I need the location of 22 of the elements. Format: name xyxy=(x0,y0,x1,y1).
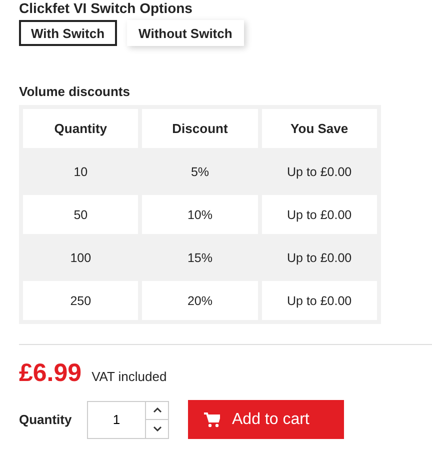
table-cell: 20% xyxy=(142,281,258,320)
column-header: You Save xyxy=(262,109,377,148)
table-cell: 10% xyxy=(142,195,258,234)
add-to-cart-button[interactable]: Add to cart xyxy=(188,400,344,439)
table-cell: 50 xyxy=(23,195,138,234)
option-button[interactable]: Without Switch xyxy=(126,20,244,46)
table-cell: Up to £0.00 xyxy=(262,195,377,234)
quantity-stepper[interactable] xyxy=(146,400,169,438)
up-caret-icon[interactable] xyxy=(152,407,162,414)
quantity-label: Quantity xyxy=(19,412,73,427)
quantity-field[interactable]: 1 xyxy=(87,400,146,438)
down-caret-icon[interactable] xyxy=(152,426,162,432)
tax-note: VAT included xyxy=(92,369,167,384)
options-title: Clickfet VI Switch Options xyxy=(19,0,194,16)
column-header: Quantity xyxy=(23,109,138,148)
column-header: Discount xyxy=(142,109,258,148)
price: £6.99 xyxy=(19,359,82,388)
table-cell: 250 xyxy=(23,281,138,320)
cart-icon xyxy=(204,412,220,428)
table-cell: Up to £0.00 xyxy=(262,281,377,320)
option-button[interactable]: With Switch xyxy=(19,20,117,46)
section-title: Volume discounts xyxy=(19,84,131,99)
